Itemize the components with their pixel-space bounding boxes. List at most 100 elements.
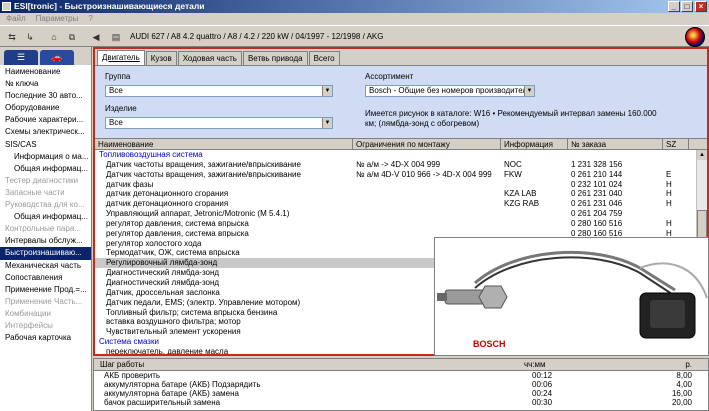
menu-file[interactable]: Файл bbox=[6, 13, 26, 25]
col-restrictions-header[interactable]: Ограничения по монтажу bbox=[353, 139, 501, 149]
sidebar-item[interactable]: Применение Прод.=... bbox=[0, 284, 91, 296]
filter-panel: Группа Все ▼ Изделие Все ▼ Ассортимент Bos… bbox=[95, 65, 707, 138]
work-steps-table: Шаг работы чч:мм р. АКБ проверить 00:12 8,… bbox=[93, 358, 709, 411]
sidebar-item[interactable]: Механическая часть bbox=[0, 260, 91, 272]
col-name-header[interactable]: Наименование bbox=[95, 139, 353, 149]
back-arrow-icon[interactable]: ◀ bbox=[88, 29, 104, 45]
sidebar-item[interactable]: Наименование bbox=[0, 66, 91, 78]
table-cell-name: Регулировочный лямбда-зонд bbox=[106, 258, 218, 268]
tab-vehicle-list-icon[interactable]: ☰ bbox=[4, 50, 38, 65]
sidebar-item[interactable]: Последние 30 авто... bbox=[0, 90, 91, 102]
table-cell-info bbox=[501, 219, 568, 229]
table-cell-name: Датчик частоты вращения, зажигание/впрыс… bbox=[106, 159, 301, 169]
table-cell-sz bbox=[663, 150, 689, 160]
sidebar-item[interactable]: Общая информац... bbox=[0, 211, 91, 223]
work-step-row[interactable]: АКБ проверить 00:12 8,00 bbox=[94, 371, 708, 380]
sidebar-item[interactable]: Информация о ма... bbox=[0, 151, 91, 163]
sidebar-item[interactable]: № ключа bbox=[0, 78, 91, 90]
tab-item[interactable]: Ветвь привода bbox=[242, 51, 308, 65]
sidebar-item[interactable]: Запасные части bbox=[0, 187, 91, 199]
table-cell-name: Управляющий аппарат, Jetronic/Motronic (… bbox=[106, 209, 290, 219]
table-cell-info: KZG RAB bbox=[504, 199, 540, 209]
sidebar-item[interactable]: Руководства для ко... bbox=[0, 199, 91, 211]
table-row[interactable]: Датчик частоты вращения, зажигание/впрыс… bbox=[95, 170, 707, 180]
group-select[interactable]: Все ▼ bbox=[105, 85, 333, 97]
sidebar-item[interactable]: Сопоставления bbox=[0, 272, 91, 284]
work-step-row[interactable]: аккумуляторна батаре (АКБ) замена 00:24 16… bbox=[94, 389, 708, 398]
tab-item[interactable]: Кузов bbox=[145, 51, 177, 65]
col-info-header[interactable]: Информация bbox=[501, 139, 568, 149]
work-step-time: 00:24 bbox=[532, 389, 553, 398]
sidebar-item[interactable]: Быстроизнашиваю... bbox=[0, 247, 91, 260]
work-step-price: 4,00 bbox=[676, 380, 692, 389]
menu-parameters[interactable]: Параметры bbox=[36, 13, 79, 25]
table-row[interactable]: датчик детонационного сгорания KZA LAB 0 2… bbox=[95, 189, 707, 199]
product-select[interactable]: Все ▼ bbox=[105, 117, 333, 129]
app-icon bbox=[2, 2, 11, 11]
sidebar-item[interactable]: Рабочие характери... bbox=[0, 114, 91, 126]
work-steps-header: Шаг работы чч:мм р. bbox=[94, 359, 708, 371]
assortment-select[interactable]: Bosch - Общие без номеров производител ▼ bbox=[365, 85, 535, 97]
maximize-button[interactable]: □ bbox=[681, 1, 693, 12]
col-order-header[interactable]: № заказа bbox=[568, 139, 663, 149]
table-cell-sz: H bbox=[666, 189, 672, 199]
col-price-header[interactable]: р. bbox=[654, 359, 698, 370]
work-step-price: 16,00 bbox=[671, 389, 692, 398]
menu-help[interactable]: ? bbox=[88, 13, 92, 25]
table-row[interactable]: регулятор давления, система впрыска 0 280… bbox=[95, 219, 707, 229]
copy-icon[interactable]: ⧉ bbox=[64, 29, 80, 45]
work-step-time: 00:30 bbox=[532, 398, 553, 407]
minimize-button[interactable]: _ bbox=[668, 1, 680, 12]
sidebar-item[interactable]: Тестер диагностики bbox=[0, 175, 91, 187]
sidebar-nav: Наименование № ключа Последние 30 авто... О… bbox=[0, 65, 91, 344]
sidebar-item[interactable]: Схемы электрическ... bbox=[0, 126, 91, 138]
table-cell-sz: E bbox=[666, 169, 672, 179]
work-step-row[interactable]: бачок расширительный замена 00:30 20,00 bbox=[94, 398, 708, 407]
sidebar-item[interactable]: Применение Часть... bbox=[0, 296, 91, 308]
sidebar-item[interactable]: SIS/CAS bbox=[0, 139, 91, 151]
col-step-header[interactable]: Шаг работы bbox=[94, 359, 504, 370]
f12-back-icon[interactable]: ⇆ bbox=[4, 29, 20, 45]
window-title: ESI[tronic] - Быстроизнашивающиеся детал… bbox=[14, 1, 205, 11]
table-cell-restr bbox=[353, 189, 501, 199]
table-cell-name: Система смазки bbox=[99, 337, 159, 347]
table-cell-info: FKW bbox=[504, 169, 522, 179]
print-icon[interactable]: ▤ bbox=[108, 29, 124, 45]
table-header: Наименование Ограничения по монтажу Инфо… bbox=[95, 139, 707, 150]
work-steps-body: АКБ проверить 00:12 8,00 аккумуляторна бата… bbox=[94, 371, 708, 407]
sidebar-item[interactable]: Интерфейсы bbox=[0, 320, 91, 332]
sidebar-item[interactable]: Оборудование bbox=[0, 102, 91, 114]
title-bar: ESI[tronic] - Быстроизнашивающиеся детал… bbox=[0, 0, 709, 13]
col-time-header[interactable]: чч:мм bbox=[504, 359, 654, 370]
sidebar-item[interactable]: Комбинации bbox=[0, 308, 91, 320]
table-cell-order bbox=[568, 150, 663, 160]
table-cell-name: Датчик, дроссельная заслонка bbox=[106, 287, 220, 297]
tab-item[interactable]: Ходовая часть bbox=[177, 51, 242, 65]
table-cell-sz bbox=[663, 160, 689, 170]
scroll-up-icon[interactable]: ▲ bbox=[697, 150, 707, 160]
home-icon[interactable]: ⌂ bbox=[46, 29, 62, 45]
tab-car-icon[interactable]: 🚗 bbox=[40, 50, 74, 65]
table-cell-info: NOC bbox=[504, 159, 522, 169]
bosch-globe-icon[interactable] bbox=[685, 27, 705, 47]
sidebar-item[interactable]: Контрольные пара... bbox=[0, 223, 91, 235]
table-group-row[interactable]: Топливовоздушная система bbox=[95, 150, 707, 160]
table-row[interactable]: датчик детонационного сгорания KZG RAB 0 2… bbox=[95, 199, 707, 209]
tab-item[interactable]: Всего bbox=[308, 51, 340, 65]
sidebar-item[interactable]: Общая информац... bbox=[0, 163, 91, 175]
scroll-thumb[interactable] bbox=[697, 210, 707, 240]
table-row[interactable]: датчик фазы 0 232 101 024 H bbox=[95, 180, 707, 190]
table-row[interactable]: Датчик частоты вращения, зажигание/впрыс… bbox=[95, 160, 707, 170]
table-row[interactable]: Управляющий аппарат, Jetronic/Motronic (… bbox=[95, 209, 707, 219]
table-cell-restr bbox=[353, 209, 501, 219]
table-cell-order: 0 280 160 516 bbox=[571, 218, 623, 228]
catalog-info-text: Имеется рисунок в каталоге: W16 • Рекоме… bbox=[365, 109, 657, 128]
sidebar-item[interactable]: Рабочая карточка bbox=[0, 332, 91, 344]
tab-item[interactable]: Двигатель bbox=[97, 50, 145, 65]
close-button[interactable]: × bbox=[695, 1, 707, 12]
work-step-row[interactable]: аккумуляторна батаре (АКБ) Подзарядить 00… bbox=[94, 380, 708, 389]
sidebar-item[interactable]: Интервалы обслуж... bbox=[0, 235, 91, 247]
col-sz-header[interactable]: SZ bbox=[663, 139, 689, 149]
f3-icon[interactable]: ↳ bbox=[22, 29, 38, 45]
table-cell-restr bbox=[353, 180, 501, 190]
